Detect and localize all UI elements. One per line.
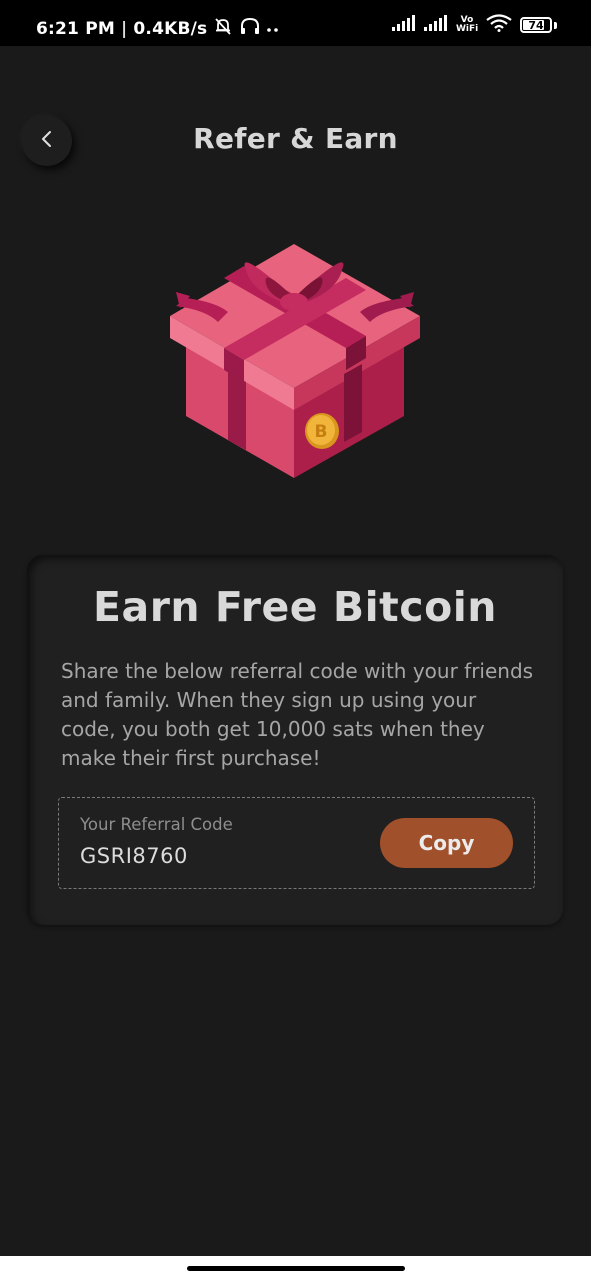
referral-code-box: Your Referral Code GSRI8760 Copy bbox=[58, 797, 535, 889]
card-description: Share the below referral code with your … bbox=[61, 659, 534, 770]
signal-icon bbox=[424, 15, 448, 35]
card-title: Earn Free Bitcoin bbox=[93, 583, 497, 631]
vowifi-bottom-label: WiFi bbox=[456, 24, 479, 34]
copy-button[interactable]: Copy bbox=[380, 818, 513, 868]
headphones-icon bbox=[239, 16, 261, 41]
navigation-bar bbox=[0, 1256, 591, 1280]
vowifi-icon: Vo WiFi bbox=[456, 16, 478, 34]
status-bar: 6:21 PM | 0.4KB/s Vo WiFi 74 bbox=[0, 0, 591, 46]
page-title: Refer & Earn bbox=[193, 122, 398, 155]
more-dots-icon bbox=[267, 19, 279, 39]
svg-text:B: B bbox=[315, 422, 328, 442]
signal-icon bbox=[392, 15, 416, 35]
status-left: 6:21 PM | 0.4KB/s bbox=[36, 16, 279, 41]
bell-muted-icon bbox=[213, 16, 233, 41]
status-separator: | bbox=[120, 18, 128, 39]
bitcoin-icon: B bbox=[305, 413, 339, 449]
home-indicator[interactable] bbox=[187, 1266, 405, 1271]
network-speed: 0.4KB/s bbox=[133, 18, 208, 39]
referral-code-value[interactable]: GSRI8760 bbox=[80, 844, 188, 868]
battery-tip bbox=[554, 21, 557, 29]
wifi-icon bbox=[486, 14, 512, 36]
referral-code-label: Your Referral Code bbox=[80, 815, 233, 834]
refer-earn-screen: 6:21 PM | 0.4KB/s Vo WiFi 74 Refer & Ear… bbox=[0, 0, 591, 1280]
battery-icon: 74 bbox=[520, 17, 552, 33]
status-right: Vo WiFi 74 bbox=[392, 14, 557, 36]
gift-box-illustration: B bbox=[166, 236, 424, 486]
status-time: 6:21 PM bbox=[36, 18, 115, 39]
referral-card: Earn Free Bitcoin Share the below referr… bbox=[27, 555, 563, 925]
battery-level: 74 bbox=[528, 18, 544, 32]
